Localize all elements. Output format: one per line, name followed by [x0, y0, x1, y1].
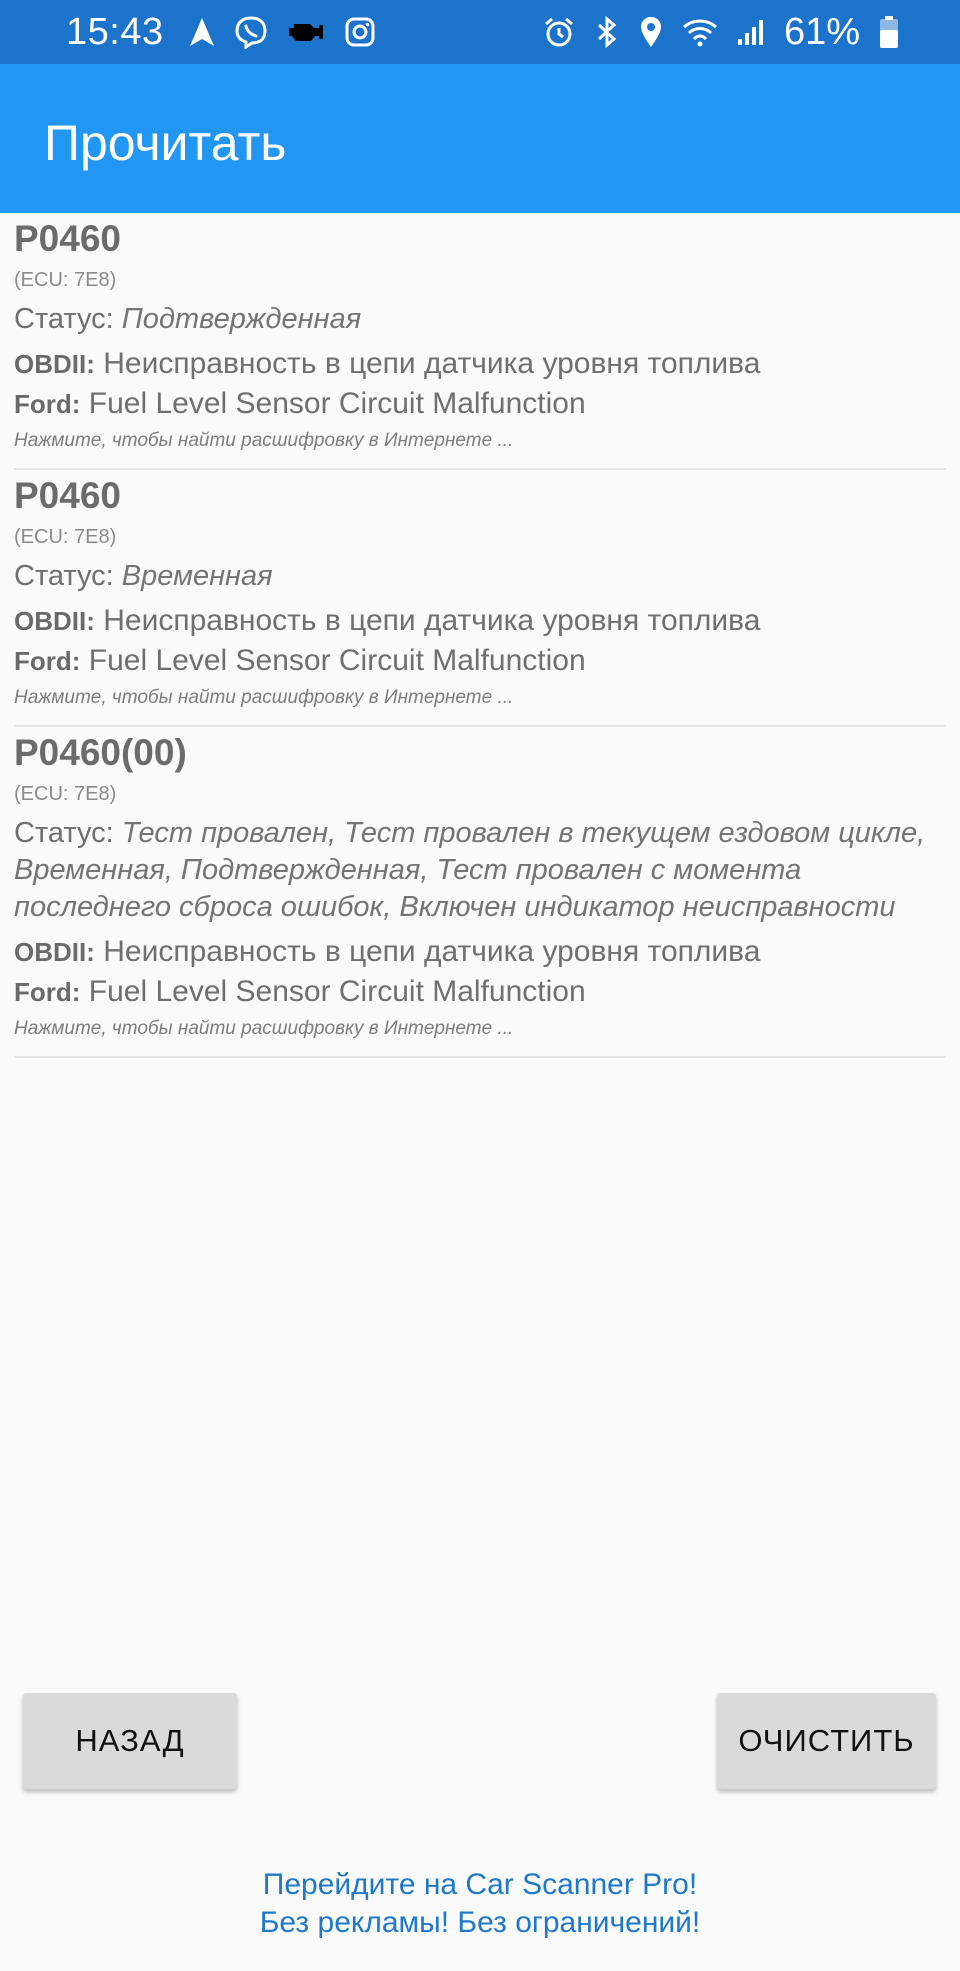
dtc-code: P0460 — [14, 475, 121, 516]
status-bar-right: 61% — [542, 11, 900, 54]
dtc-list: P0460 (ECU: 7E8) Статус: Подтвержденная … — [0, 213, 960, 1058]
obd-description: OBDII: Неисправность в цепи датчика уров… — [14, 932, 946, 972]
status-bar: 15:43 61% — [0, 0, 960, 64]
status-label: Статус: — [14, 817, 122, 849]
obd-label: OBDII: — [14, 349, 95, 379]
instagram-icon — [344, 16, 376, 48]
dtc-status: Статус: Временная — [14, 558, 946, 595]
obd-text: Неисправность в цепи датчика уровня топл… — [94, 604, 761, 637]
dtc-description: OBDII: Неисправность в цепи датчика уров… — [14, 601, 946, 681]
status-value: Временная — [121, 560, 273, 592]
page-title: Прочитать — [44, 115, 287, 171]
obd-text: Неисправность в цепи датчика уровня топл… — [94, 347, 761, 380]
maker-description: Ford: Fuel Level Sensor Circuit Malfunct… — [14, 384, 946, 424]
maker-text: Fuel Level Sensor Circuit Malfunction — [80, 644, 586, 677]
obd-description: OBDII: Неисправность в цепи датчика уров… — [14, 601, 946, 641]
search-online-link[interactable]: Нажмите, чтобы найти расшифровку в Интер… — [14, 426, 946, 468]
status-bar-left: 15:43 — [66, 11, 376, 54]
maker-label: Ford: — [14, 389, 81, 419]
dtc-ecu: (ECU: 7E8) — [14, 526, 117, 548]
dtc-entry[interactable]: P0460 (ECU: 7E8) Статус: Подтвержденная … — [14, 213, 946, 470]
status-label: Статус: — [14, 303, 122, 335]
battery-icon — [878, 15, 900, 49]
dtc-description: OBDII: Неисправность в цепи датчика уров… — [14, 344, 946, 424]
clear-button[interactable]: ОЧИСТИТЬ — [717, 1693, 936, 1789]
maker-text: Fuel Level Sensor Circuit Malfunction — [80, 387, 586, 420]
maker-text: Fuel Level Sensor Circuit Malfunction — [80, 975, 586, 1008]
dtc-code: P0460 — [14, 218, 121, 259]
navigation-icon — [188, 17, 216, 47]
dtc-status: Статус: Тест провален, Тест провален в т… — [14, 815, 946, 926]
status-time: 15:43 — [66, 10, 164, 53]
bluetooth-icon — [594, 15, 620, 49]
status-value: Подтвержденная — [121, 303, 362, 335]
app-bar: Прочитать — [0, 64, 960, 213]
obd-label: OBDII: — [14, 606, 95, 636]
battery-percent: 61% — [783, 10, 860, 53]
dtc-status: Статус: Подтвержденная — [14, 301, 946, 338]
upgrade-promo-link[interactable]: Перейдите на Car Scanner Pro! Без реклам… — [0, 1866, 960, 1942]
maker-description: Ford: Fuel Level Sensor Circuit Malfunct… — [14, 641, 946, 681]
search-online-link[interactable]: Нажмите, чтобы найти расшифровку в Интер… — [14, 683, 946, 725]
dtc-ecu: (ECU: 7E8) — [14, 269, 117, 291]
obd-description: OBDII: Неисправность в цепи датчика уров… — [14, 344, 946, 384]
obd-label: OBDII: — [14, 937, 95, 967]
maker-description: Ford: Fuel Level Sensor Circuit Malfunct… — [14, 972, 946, 1012]
back-button[interactable]: НАЗАД — [23, 1693, 237, 1789]
maker-label: Ford: — [14, 977, 81, 1007]
search-online-link[interactable]: Нажмите, чтобы найти расшифровку в Интер… — [14, 1014, 946, 1056]
viber-icon — [234, 15, 268, 49]
alarm-icon — [542, 15, 576, 49]
dtc-description: OBDII: Неисправность в цепи датчика уров… — [14, 932, 946, 1012]
obd-text: Неисправность в цепи датчика уровня топл… — [94, 935, 761, 968]
maker-label: Ford: — [14, 646, 81, 676]
check-engine-icon — [286, 19, 326, 45]
signal-icon — [736, 17, 766, 47]
promo-line-2: Без рекламы! Без ограничений! — [259, 1906, 701, 1939]
dtc-entry[interactable]: P0460(00) (ECU: 7E8) Статус: Тест провал… — [14, 727, 946, 1058]
dtc-code: P0460(00) — [14, 732, 187, 773]
location-icon — [638, 15, 664, 49]
dtc-ecu: (ECU: 7E8) — [14, 783, 117, 805]
status-label: Статус: — [14, 560, 122, 592]
status-value: Тест провален, Тест провален в текущем е… — [14, 817, 926, 923]
promo-line-1: Перейдите на Car Scanner Pro! — [262, 1868, 698, 1901]
dtc-entry[interactable]: P0460 (ECU: 7E8) Статус: Временная OBDII… — [14, 470, 946, 727]
wifi-icon — [682, 17, 718, 47]
